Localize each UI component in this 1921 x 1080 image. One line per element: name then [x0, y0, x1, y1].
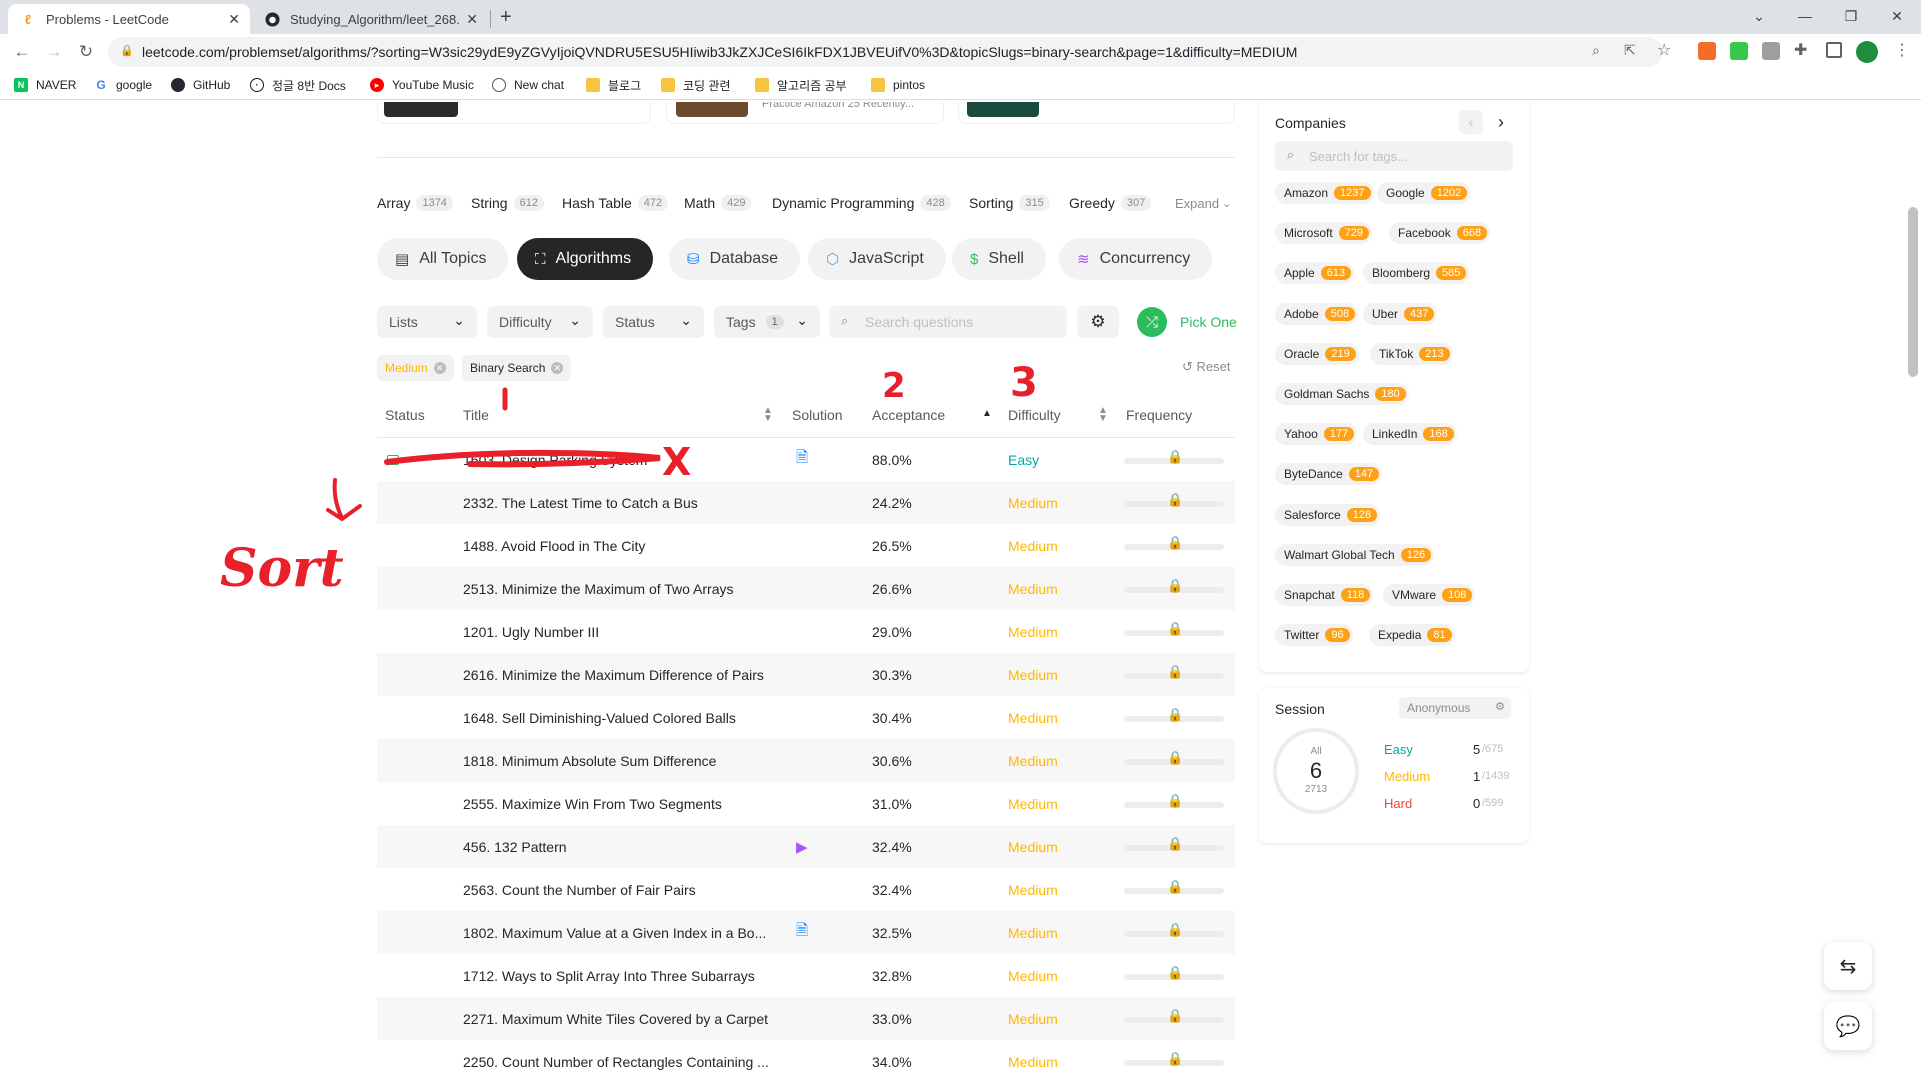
close-tab-icon[interactable]: ✕: [228, 11, 240, 28]
bookmark-star-icon[interactable]: ☆: [1657, 40, 1671, 60]
more-menu-icon[interactable]: ⋮: [1894, 40, 1910, 60]
tab-strip: ℓ Problems - LeetCode ✕ Studying_Algorit…: [0, 0, 1921, 34]
extensions-puzzle-icon[interactable]: ✚: [1794, 40, 1807, 60]
bookmark-item[interactable]: N NAVER: [14, 75, 76, 95]
address-bar[interactable]: 🔒 leetcode.com/problemset/algorithms/?so…: [108, 37, 1663, 67]
bookmark-label: pintos: [893, 78, 926, 92]
minimize-icon[interactable]: —: [1782, 4, 1828, 28]
tab-separator: [490, 10, 491, 28]
tab-leetcode[interactable]: ℓ Problems - LeetCode ✕: [8, 4, 250, 34]
back-arrow-icon[interactable]: ←: [10, 40, 34, 64]
bookmark-label: google: [116, 78, 153, 92]
restore-icon[interactable]: ❐: [1828, 4, 1874, 28]
close-tab-icon[interactable]: ✕: [466, 11, 478, 28]
bookmark-folder[interactable]: pintos: [871, 75, 925, 95]
docs-icon: ·: [250, 78, 264, 92]
google-icon: G: [96, 78, 106, 92]
bookmark-label: New chat: [514, 78, 565, 92]
close-window-icon[interactable]: ✕: [1874, 4, 1920, 28]
bookmark-item[interactable]: ▸ YouTube Music: [370, 75, 474, 95]
github-icon: [171, 78, 185, 92]
tab-search-icon[interactable]: ⌄: [1736, 4, 1782, 28]
annotation-number-3: 3: [1010, 360, 1038, 406]
browser-chrome: ℓ Problems - LeetCode ✕ Studying_Algorit…: [0, 0, 1921, 102]
share-icon[interactable]: ⇱: [1624, 42, 1636, 59]
bookmark-label: 정글 8반 Docs: [272, 78, 346, 93]
arrow-down-annotation: [326, 478, 362, 522]
bookmark-item[interactable]: New chat: [492, 75, 564, 95]
bookmark-label: 알고리즘 공부: [777, 78, 847, 93]
leetcode-page: Practice Amazon 25 Recently... Array 1374…: [0, 102, 1921, 1080]
leetcode-favicon-icon: ℓ: [24, 11, 32, 27]
extension-icon[interactable]: [1762, 42, 1780, 60]
annotation-sort: Sort: [220, 538, 344, 599]
bookmark-folder[interactable]: 알고리즘 공부: [755, 75, 847, 95]
strikethrough-annotation: [384, 449, 661, 468]
reload-icon[interactable]: ↻: [74, 40, 98, 64]
bookmarks-bar: N NAVER Ggoogle GitHub · 정글 8반 Docs ▸ YouTu…: [0, 70, 1921, 100]
chatgpt-icon: [492, 78, 506, 92]
zoom-icon[interactable]: ⌕: [1592, 42, 1600, 59]
tab-github[interactable]: Studying_Algorithm/leet_268.py ✕: [252, 4, 488, 34]
annotation-number-2: 2: [882, 366, 906, 406]
side-panel-icon[interactable]: [1826, 42, 1842, 58]
bookmark-folder[interactable]: 코딩 관련: [661, 75, 731, 95]
bookmark-label: 블로그: [608, 78, 642, 93]
bookmark-item[interactable]: GitHub: [171, 75, 230, 95]
new-tab-button[interactable]: +: [500, 6, 512, 29]
url-text: leetcode.com/problemset/algorithms/?sort…: [142, 44, 1298, 60]
extension-icon[interactable]: [1730, 42, 1748, 60]
bookmark-item[interactable]: · 정글 8반 Docs: [250, 75, 346, 95]
folder-icon: [755, 78, 769, 92]
bookmark-label: YouTube Music: [392, 78, 474, 92]
bookmark-label: GitHub: [193, 78, 231, 92]
youtube-music-icon: ▸: [370, 78, 384, 92]
folder-icon: [661, 78, 675, 92]
nav-bar: ← → ↻ 🔒 leetcode.com/problemset/algorith…: [0, 34, 1921, 70]
annotation-x: X: [662, 440, 692, 484]
extension-icon[interactable]: [1698, 42, 1716, 60]
bookmark-folder[interactable]: 블로그: [586, 75, 641, 95]
bookmark-label: 코딩 관련: [683, 78, 731, 93]
bookmark-item[interactable]: Ggoogle: [94, 75, 152, 95]
profile-avatar[interactable]: [1856, 41, 1878, 63]
folder-icon: [871, 78, 885, 92]
forward-arrow-icon[interactable]: →: [42, 40, 66, 64]
naver-icon: N: [14, 78, 28, 92]
tab-title: Studying_Algorithm/leet_268.py: [290, 11, 460, 27]
github-favicon-icon: [264, 11, 280, 27]
bookmark-label: NAVER: [36, 78, 77, 92]
folder-icon: [586, 78, 600, 92]
tab-title: Problems - LeetCode: [46, 11, 169, 27]
lock-icon: 🔒: [120, 45, 134, 57]
